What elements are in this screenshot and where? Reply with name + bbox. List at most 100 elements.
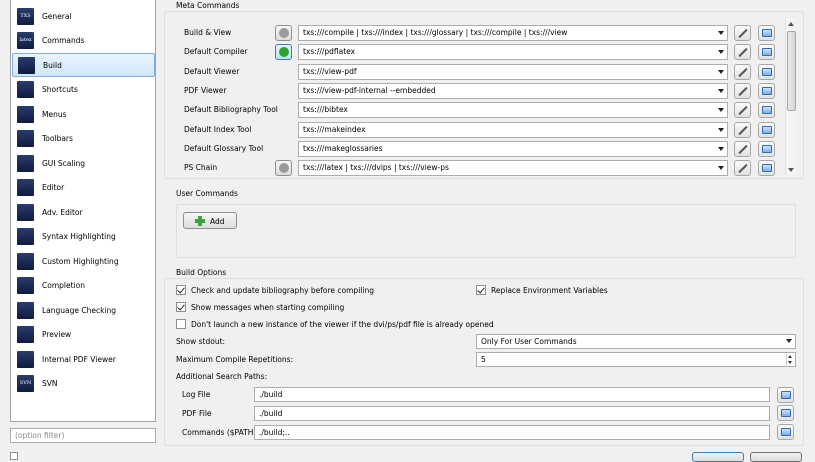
chevron-down-icon [786, 339, 792, 343]
show-messages-option[interactable]: Show messages when starting compiling [176, 301, 344, 313]
sidebar-item-language-checking[interactable]: Language Checking [12, 298, 155, 322]
meta-commands-scrollbar[interactable] [785, 19, 796, 175]
scroll-down-arrow-icon[interactable] [788, 168, 794, 172]
add-user-command-button[interactable]: Add [183, 212, 237, 229]
sidebar-item-completion[interactable]: Completion [12, 274, 155, 298]
meta-command-combo[interactable]: txs:///compile | txs:///index | txs:///g… [298, 25, 728, 41]
chevron-down-icon[interactable] [718, 50, 724, 55]
run-command-button[interactable] [275, 25, 292, 41]
chevron-down-icon[interactable] [718, 88, 724, 93]
settings-category-list[interactable]: TXS General latex Commands Build Shortcuts Men… [10, 0, 156, 422]
edit-command-button[interactable] [734, 121, 751, 138]
run-icon [279, 163, 289, 174]
log-file-input[interactable]: ./build [254, 387, 770, 402]
meta-command-value: txs:///pdflatex [303, 47, 356, 57]
sidebar-item-build[interactable]: Build [12, 53, 155, 77]
save-command-button[interactable] [758, 121, 775, 138]
save-disk-icon [762, 144, 772, 153]
commands-path-input[interactable]: ./build;.. [254, 425, 770, 440]
meta-command-row: Default Index Tool txs:///makeindex [170, 121, 784, 139]
meta-command-combo[interactable]: txs:///view-pdf [298, 63, 728, 80]
run-icon [279, 28, 289, 38]
preview-icon [17, 326, 34, 343]
pdf-file-browse-button[interactable] [777, 405, 794, 421]
edit-command-button[interactable] [734, 63, 751, 80]
edit-command-button[interactable] [734, 44, 751, 61]
sidebar-item-preview[interactable]: Preview [12, 323, 155, 347]
save-disk-icon [762, 86, 772, 95]
max-repetitions-label: Maximum Compile Repetitions: [176, 355, 294, 364]
green-plus-icon [195, 216, 205, 226]
commands-path-browse-button[interactable] [777, 424, 794, 440]
scroll-thumb[interactable] [787, 31, 796, 111]
save-command-button[interactable] [758, 25, 775, 41]
run-command-button[interactable] [275, 44, 292, 61]
show-advanced-options-checkbox[interactable] [10, 452, 18, 460]
save-disk-icon [781, 428, 791, 436]
sidebar-item-menus[interactable]: Menus [12, 102, 155, 126]
ok-button[interactable] [692, 452, 744, 462]
dont-launch-viewer-checkbox[interactable] [176, 319, 186, 329]
meta-command-combo[interactable]: txs:///bibtex [298, 102, 728, 119]
show-messages-checkbox[interactable] [176, 302, 186, 312]
chevron-down-icon[interactable] [718, 127, 724, 132]
save-disk-icon [762, 164, 772, 173]
meta-command-label: PS Chain [184, 163, 218, 173]
sidebar-item-label: Commands [42, 36, 85, 45]
dont-launch-viewer-option[interactable]: Don't launch a new instance of the viewe… [176, 318, 494, 330]
sidebar-item-internal-pdf-viewer[interactable]: Internal PDF Viewer [12, 347, 155, 371]
edit-command-button[interactable] [734, 160, 751, 177]
meta-command-combo[interactable]: txs:///pdflatex [298, 44, 728, 61]
run-command-button[interactable] [275, 160, 292, 177]
chevron-down-icon[interactable] [718, 108, 724, 113]
meta-command-combo[interactable]: txs:///makeglossaries [298, 140, 728, 157]
check-bibliography-checkbox[interactable] [176, 285, 186, 295]
option-filter-input[interactable]: (option filter) [10, 428, 156, 443]
save-command-button[interactable] [758, 44, 775, 61]
meta-command-combo[interactable]: txs:///makeindex [298, 121, 728, 138]
save-command-button[interactable] [758, 160, 775, 177]
save-command-button[interactable] [758, 102, 775, 119]
meta-command-combo[interactable]: txs:///view-pdf-internal --embedded [298, 82, 728, 99]
chevron-down-icon[interactable] [718, 31, 724, 35]
sidebar-item-shortcuts[interactable]: Shortcuts [12, 78, 155, 102]
pdf-file-input[interactable]: ./build [254, 406, 770, 421]
meta-command-row: Default Bibliography Tool txs:///bibtex [170, 102, 784, 119]
sidebar-item-gui-scaling[interactable]: GUI Scaling [12, 151, 155, 175]
cancel-button[interactable] [750, 452, 802, 462]
sidebar-item-editor[interactable]: Editor [12, 176, 155, 200]
save-command-button[interactable] [758, 82, 775, 99]
log-file-browse-button[interactable] [777, 387, 794, 403]
sidebar-item-custom-highlighting[interactable]: Custom Highlighting [12, 249, 155, 273]
sidebar-item-label: Adv. Editor [42, 207, 83, 217]
edit-command-button[interactable] [734, 82, 751, 99]
replace-env-option[interactable]: Replace Environment Variables [476, 284, 608, 296]
sidebar-item-toolbars[interactable]: Toolbars [12, 127, 155, 151]
meta-commands-title: Meta Commands [176, 1, 240, 10]
svn-icon: SVN [17, 375, 34, 392]
max-repetitions-spinbox[interactable]: 5 [476, 352, 796, 367]
adv-editor-icon [17, 203, 34, 221]
check-bibliography-option[interactable]: Check and update bibliography before com… [176, 284, 374, 296]
meta-command-combo[interactable]: txs:///latex | txs:///dvips | txs:///vie… [298, 160, 728, 177]
show-stdout-select[interactable]: Only For User Commands [476, 334, 796, 349]
edit-command-button[interactable] [734, 140, 751, 157]
replace-env-checkbox[interactable] [476, 285, 486, 295]
spin-arrows-icon[interactable] [786, 354, 794, 365]
chevron-down-icon[interactable] [718, 146, 724, 151]
chevron-down-icon[interactable] [718, 69, 724, 74]
sidebar-item-general[interactable]: TXS General [12, 4, 155, 28]
save-command-button[interactable] [758, 63, 775, 80]
sidebar-item-adv-editor[interactable]: Adv. Editor [12, 200, 155, 224]
scroll-up-arrow-icon[interactable] [788, 22, 794, 26]
meta-command-row: Default Compiler txs:///pdflatex [170, 44, 784, 61]
replace-env-label: Replace Environment Variables [491, 285, 608, 295]
sidebar-item-svn[interactable]: SVN SVN [12, 372, 155, 396]
save-command-button[interactable] [758, 140, 775, 157]
sidebar-item-commands[interactable]: latex Commands [12, 29, 155, 53]
sidebar-item-syntax-highlighting[interactable]: Syntax Highlighting [12, 225, 155, 249]
edit-command-button[interactable] [734, 102, 751, 119]
meta-command-row: Build & View txs:///compile | txs:///inde… [170, 25, 784, 42]
chevron-down-icon[interactable] [718, 166, 724, 171]
edit-command-button[interactable] [734, 25, 751, 41]
